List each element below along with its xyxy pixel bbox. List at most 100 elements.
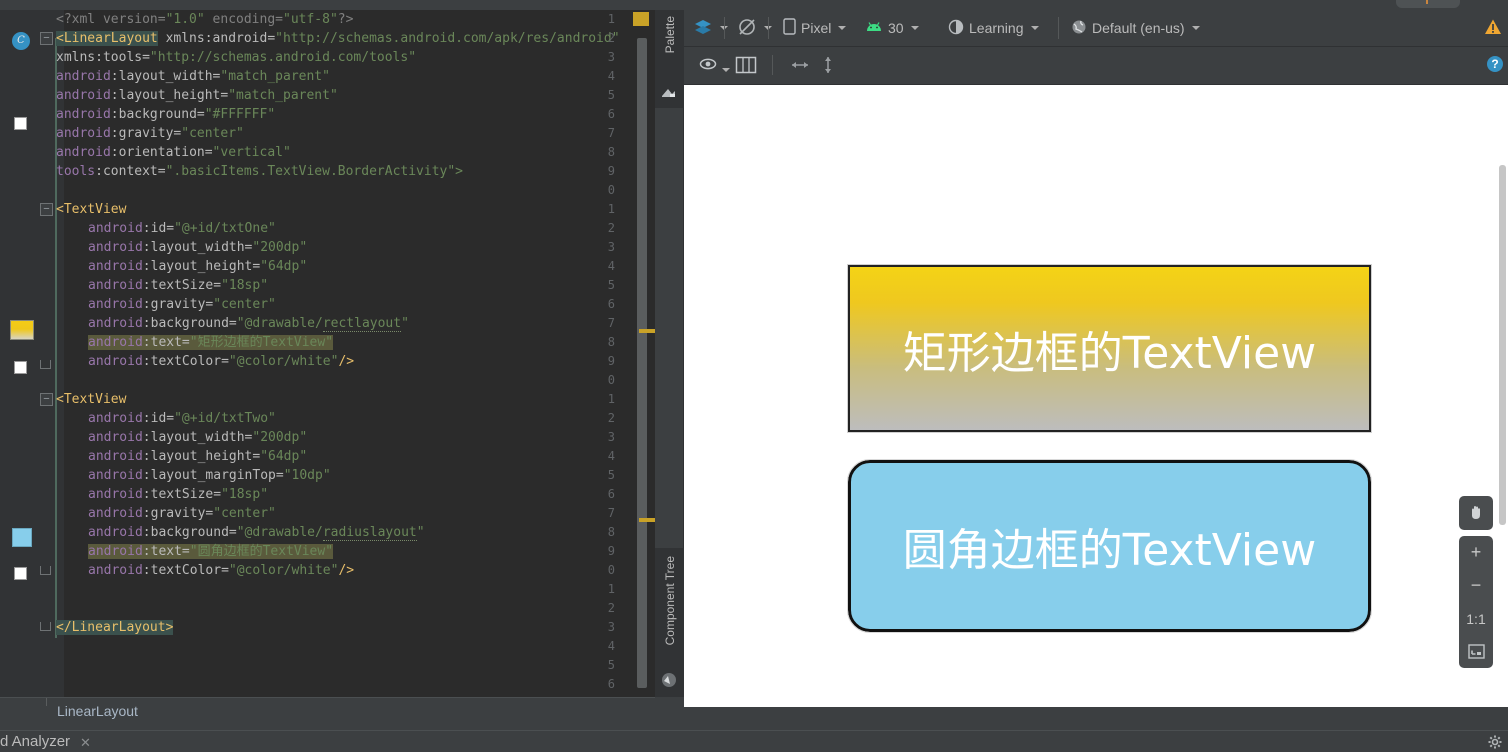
- code-line[interactable]: android:id="@+id/txtOne": [88, 219, 276, 238]
- help-circle-icon[interactable]: ?: [1487, 56, 1503, 72]
- fold-handle-textview-1[interactable]: −: [40, 203, 53, 216]
- code-token: "center": [213, 506, 276, 521]
- code-line[interactable]: android:text="圆角边框的TextView": [88, 542, 334, 561]
- code-line[interactable]: android:gravity="center": [88, 504, 276, 523]
- line-number: 3: [607, 240, 615, 254]
- gear-icon[interactable]: [1488, 735, 1502, 749]
- code-line[interactable]: <TextView: [56, 390, 126, 409]
- code-line[interactable]: android:layout_height="match_parent": [56, 86, 338, 105]
- build-analyzer-tab[interactable]: d Analyzer: [0, 733, 70, 750]
- line-number: 5: [607, 468, 615, 482]
- code-token: ": [416, 525, 425, 540]
- code-token: :textSize=: [142, 487, 222, 502]
- breadcrumb-divider: [46, 698, 47, 706]
- hand-icon: [1472, 506, 1480, 519]
- editor-marker-top[interactable]: [633, 12, 649, 26]
- api-level-selector[interactable]: 30: [862, 15, 922, 41]
- zoom-out-button[interactable]: −: [1459, 569, 1493, 602]
- fold-end-textview-1[interactable]: [40, 360, 51, 369]
- code-token: android: [88, 221, 143, 236]
- code-line[interactable]: android:textSize="18sp": [88, 276, 268, 295]
- code-token: "@color/white": [228, 563, 339, 578]
- chevron-down-icon: [722, 68, 730, 72]
- tool-tab-palette[interactable]: Palette: [655, 10, 684, 108]
- editor-gutter[interactable]: [0, 10, 48, 697]
- line-number: 0: [607, 373, 615, 387]
- code-line[interactable]: xmlns:tools="http://schemas.android.com/…: [56, 48, 416, 67]
- code-token: :textSize=: [142, 278, 222, 293]
- code-line[interactable]: android:textColor="@color/white"/>: [88, 561, 354, 580]
- xml-code-editor[interactable]: <?xml version="1.0" encoding="utf-8"?> <L…: [0, 10, 655, 697]
- window-control-pill[interactable]: [1396, 0, 1460, 8]
- line-number: 6: [607, 487, 615, 501]
- close-icon[interactable]: ✕: [80, 735, 91, 751]
- editor-marker-2[interactable]: [639, 518, 655, 522]
- code-line[interactable]: android:layout_width="200dp": [88, 238, 307, 257]
- code-token: android: [88, 354, 143, 369]
- breadcrumb-linearlayout[interactable]: LinearLayout: [57, 703, 138, 719]
- code-line[interactable]: android:text="矩形边框的TextView": [88, 333, 334, 352]
- view-options-button[interactable]: [696, 53, 733, 79]
- code-token: "64dp": [260, 259, 308, 274]
- code-line[interactable]: android:gravity="center": [88, 295, 276, 314]
- code-line[interactable]: android:layout_marginTop="10dp": [88, 466, 331, 485]
- code-line[interactable]: android:background="@drawable/radiuslayo…: [88, 523, 425, 542]
- fold-end-linearlayout[interactable]: [40, 622, 51, 631]
- code-token: android: [88, 297, 143, 312]
- locale-selector[interactable]: Default (en-us): [1068, 15, 1203, 41]
- code-line[interactable]: android:layout_height="64dp": [88, 447, 307, 466]
- tool-tab-component-tree[interactable]: Component Tree: [655, 548, 684, 697]
- code-line[interactable]: android:orientation="vertical": [56, 143, 291, 162]
- blueprint-mode-button[interactable]: [732, 53, 760, 79]
- code-line[interactable]: android:layout_width="match_parent": [56, 67, 330, 86]
- code-line[interactable]: android:id="@+id/txtTwo": [88, 409, 276, 428]
- code-line[interactable]: android:textColor="@color/white"/>: [88, 352, 354, 371]
- class-marker-icon[interactable]: C: [12, 32, 30, 50]
- design-canvas[interactable]: 矩形边框的TextView 圆角边框的TextView: [684, 85, 1508, 707]
- code-token: :layout_height=: [110, 88, 229, 103]
- code-token: :gravity=: [142, 506, 214, 521]
- textview-round-preview[interactable]: 圆角边框的TextView: [847, 459, 1372, 633]
- theme-selector[interactable]: Learning: [945, 15, 1042, 41]
- editor-marker-1[interactable]: [639, 329, 655, 333]
- code-line[interactable]: <?xml version="1.0" encoding="utf-8"?>: [56, 10, 353, 29]
- editor-scrollbar-thumb[interactable]: [637, 38, 647, 688]
- fold-handle-textview-2[interactable]: −: [40, 393, 53, 406]
- zoom-in-button[interactable]: +: [1459, 536, 1493, 569]
- line-number: 5: [607, 278, 615, 292]
- canvas-scrollbar[interactable]: [1499, 165, 1506, 525]
- device-selector[interactable]: Pixel: [780, 15, 849, 41]
- line-number: 9: [607, 164, 615, 178]
- code-line[interactable]: android:layout_height="64dp": [88, 257, 307, 276]
- pan-tool-button[interactable]: [1459, 496, 1493, 530]
- match-height-button[interactable]: [818, 53, 838, 79]
- code-token: :text=: [142, 335, 190, 350]
- fold-end-textview-2[interactable]: [40, 566, 51, 575]
- eye-icon: [699, 58, 719, 75]
- actual-size-button[interactable]: 1:1: [1459, 602, 1493, 635]
- textview-rect-preview[interactable]: 矩形边框的TextView: [847, 264, 1372, 433]
- code-line[interactable]: </LinearLayout>: [56, 618, 174, 637]
- code-line[interactable]: tools:context=".basicItems.TextView.Bord…: [56, 162, 463, 181]
- editor-scrollbar[interactable]: [637, 10, 647, 697]
- line-number: 7: [607, 316, 615, 330]
- code-line[interactable]: android:background="@drawable/rectlayout…: [88, 314, 409, 333]
- match-width-button[interactable]: [786, 53, 814, 79]
- code-token: android: [88, 430, 143, 445]
- color-preview-white-2: [14, 361, 27, 374]
- color-preview-white-3: [14, 567, 27, 580]
- editor-code-area[interactable]: <?xml version="1.0" encoding="utf-8"?> <L…: [48, 10, 637, 697]
- code-token: android: [56, 69, 111, 84]
- bottom-status-bar: d Analyzer ✕: [0, 730, 1508, 752]
- code-line[interactable]: android:layout_width="200dp": [88, 428, 307, 447]
- warning-triangle-icon[interactable]: [1484, 18, 1502, 36]
- fold-handle-linearlayout[interactable]: −: [40, 32, 53, 45]
- code-line[interactable]: android:gravity="center": [56, 124, 244, 143]
- code-line[interactable]: android:textSize="18sp": [88, 485, 268, 504]
- line-number: 7: [607, 126, 615, 140]
- line-number: 8: [607, 335, 615, 349]
- code-line[interactable]: android:background="#FFFFFF": [56, 105, 275, 124]
- code-line[interactable]: <TextView: [56, 200, 126, 219]
- zoom-to-fit-button[interactable]: [1459, 635, 1493, 668]
- code-line[interactable]: <LinearLayout xmlns:android="http://sche…: [56, 29, 620, 48]
